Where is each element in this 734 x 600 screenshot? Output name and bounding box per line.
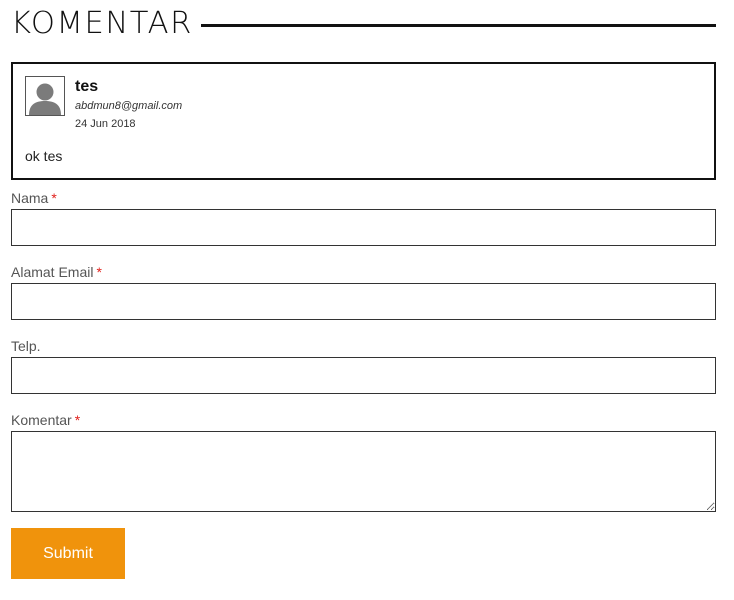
email-label-text: Alamat Email — [11, 264, 94, 280]
email-field[interactable] — [11, 283, 716, 320]
required-marker: * — [74, 412, 81, 428]
phone-field[interactable] — [11, 357, 716, 394]
section-header: KOMENTAR — [11, 4, 716, 44]
comment-text: ok tes — [25, 148, 63, 164]
section-title: KOMENTAR — [11, 6, 193, 41]
comment-label-text: Komentar — [11, 412, 72, 428]
phone-label-text: Telp. — [11, 338, 41, 354]
name-field[interactable] — [11, 209, 716, 246]
comment-date: 24 Jun 2018 — [75, 118, 136, 130]
comment-label: Komentar * — [11, 412, 80, 428]
name-label: Nama * — [11, 190, 57, 206]
phone-label: Telp. — [11, 338, 41, 354]
comment-author: tes — [75, 78, 99, 95]
submit-button[interactable]: Submit — [11, 528, 125, 579]
comment-item: tes abdmun8@gmail.com 24 Jun 2018 ok tes — [11, 62, 716, 180]
section-divider — [201, 23, 716, 27]
comment-field[interactable] — [11, 431, 716, 512]
avatar — [25, 76, 65, 116]
user-silhouette-icon — [26, 77, 64, 115]
required-marker: * — [96, 264, 102, 280]
email-label: Alamat Email * — [11, 264, 102, 280]
name-label-text: Nama — [11, 190, 49, 206]
comment-email: abdmun8@gmail.com — [75, 100, 183, 112]
required-marker: * — [51, 190, 57, 206]
